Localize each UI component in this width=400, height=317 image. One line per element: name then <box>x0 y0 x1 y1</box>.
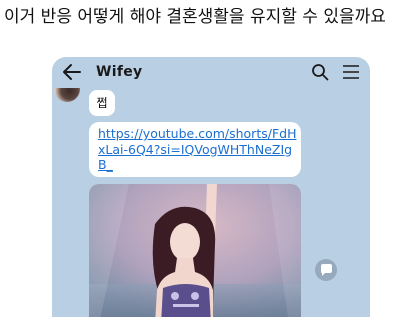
message-bubble-text[interactable]: 쩝 <box>89 90 115 116</box>
link-preview-thumbnail[interactable] <box>89 184 301 317</box>
search-icon[interactable] <box>311 63 329 81</box>
chat-app-bar: Wifey <box>52 57 370 87</box>
back-arrow-icon[interactable] <box>62 63 82 81</box>
youtube-link[interactable]: https://youtube.com/shorts/FdHxLai-6Q4?s… <box>98 126 298 173</box>
sender-avatar[interactable] <box>54 88 80 102</box>
share-icon[interactable] <box>315 259 337 281</box>
chat-title: Wifey <box>96 64 143 80</box>
chat-screen: Wifey 쩝 https://youtube.com/shorts/FdHxL… <box>52 57 370 317</box>
hamburger-menu-icon[interactable] <box>342 64 360 80</box>
post-title: 이거 반응 어떻게 해야 결혼생활을 유지할 수 있을까요 <box>4 7 386 27</box>
thumbnail-image <box>89 184 301 317</box>
message-bubble-link[interactable]: https://youtube.com/shorts/FdHxLai-6Q4?s… <box>89 122 301 177</box>
